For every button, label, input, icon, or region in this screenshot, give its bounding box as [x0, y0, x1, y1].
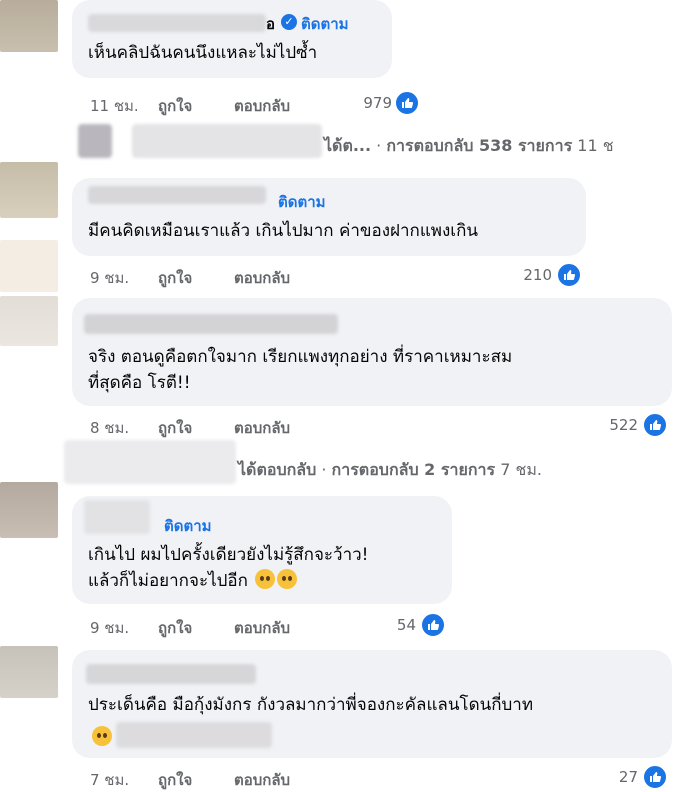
- follow-link[interactable]: ติดตาม: [278, 190, 326, 214]
- reaction-count[interactable]: 522: [584, 416, 638, 434]
- avatar[interactable]: [0, 0, 58, 52]
- view-replies-link[interactable]: ได้ต... · การตอบกลับ 538 รายการ 11 ช: [324, 134, 614, 159]
- reply-action[interactable]: ตอบกลับ: [234, 266, 290, 290]
- reply-action[interactable]: ตอบกลับ: [234, 768, 290, 792]
- blurred-reply-author[interactable]: [132, 124, 322, 158]
- reaction-count[interactable]: 27: [584, 768, 638, 786]
- like-action[interactable]: ถูกใจ: [158, 266, 192, 290]
- like-icon[interactable]: [642, 764, 668, 790]
- reaction-count[interactable]: 210: [498, 266, 552, 284]
- like-action[interactable]: ถูกใจ: [158, 768, 192, 792]
- blurred-author-name[interactable]: [86, 664, 256, 684]
- comment-text-line2: แล้วก็ไม่อยากจะไปอีก: [88, 568, 298, 594]
- comment-time[interactable]: 9 ชม.: [90, 266, 129, 290]
- blurred-author-name[interactable]: [88, 14, 266, 32]
- blurred-mention[interactable]: [116, 722, 272, 748]
- reaction-count[interactable]: 54: [362, 616, 416, 634]
- like-action[interactable]: ถูกใจ: [158, 616, 192, 640]
- blurred-reply-author[interactable]: [64, 440, 236, 484]
- blurred-author-name[interactable]: [84, 500, 150, 534]
- reaction-count[interactable]: 979: [340, 94, 392, 112]
- comment-time[interactable]: 8 ชม.: [90, 416, 129, 440]
- like-icon[interactable]: [394, 90, 420, 116]
- avatar[interactable]: [0, 296, 58, 346]
- comment-text-line2: ที่สุดคือ โรตี!!: [88, 373, 191, 393]
- emoji-icon: [92, 726, 112, 746]
- blurred-author-name[interactable]: [88, 186, 266, 204]
- comment-time[interactable]: 11 ชม.: [90, 94, 139, 118]
- blurred-author-name[interactable]: [84, 314, 338, 334]
- comment-text: มีคนคิดเหมือนเราแล้ว เกินไปมาก ค่าของฝาก…: [88, 221, 479, 241]
- emoji-icon: [277, 569, 298, 589]
- reply-action[interactable]: ตอบกลับ: [234, 94, 290, 118]
- comment-text-line1: เกินไป ผมไปครั้งเดียวยังไม่รู้สึกจะว้าว!: [88, 545, 369, 565]
- reply-action[interactable]: ตอบกลับ: [234, 416, 290, 440]
- comment-text: เห็นคลิปฉันคนนึงแหละไม่ไปซ้ำ: [88, 43, 318, 63]
- comment-text-line1: จริง ตอนดูคือตกใจมาก เรียกแพงทุกอย่าง ที…: [88, 347, 513, 367]
- like-action[interactable]: ถูกใจ: [158, 416, 192, 440]
- avatar[interactable]: [0, 482, 58, 538]
- emoji-icon: [255, 569, 276, 589]
- avatar[interactable]: [0, 162, 58, 218]
- follow-link[interactable]: ติดตาม: [164, 514, 212, 538]
- view-replies-link[interactable]: ได้ตอบกลับ · การตอบกลับ 2 รายการ 7 ชม.: [238, 458, 542, 483]
- like-action[interactable]: ถูกใจ: [158, 94, 192, 118]
- verified-icon: ✓: [281, 14, 297, 30]
- like-icon[interactable]: [642, 412, 668, 438]
- author-name-fragment[interactable]: อ: [266, 12, 275, 36]
- avatar[interactable]: [0, 646, 58, 698]
- avatar[interactable]: [0, 240, 58, 292]
- comment-time[interactable]: 9 ชม.: [90, 616, 129, 640]
- comment-time[interactable]: 7 ชม.: [90, 768, 129, 792]
- reply-avatar-blurred[interactable]: [78, 124, 112, 158]
- like-icon[interactable]: [556, 262, 582, 288]
- comment-text: ประเด็นคือ มือกุ้งมังกร กังวลมากว่าพี่จอ…: [88, 695, 534, 715]
- like-icon[interactable]: [420, 612, 446, 638]
- reply-action[interactable]: ตอบกลับ: [234, 616, 290, 640]
